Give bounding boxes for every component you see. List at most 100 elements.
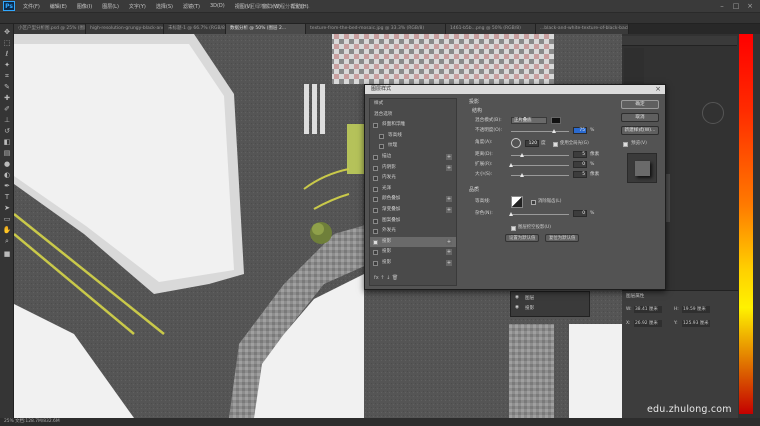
noise-slider[interactable]: [508, 212, 569, 216]
distance-slider[interactable]: [511, 153, 569, 157]
magic-wand-icon[interactable]: ✦: [2, 61, 12, 70]
checkbox[interactable]: [373, 218, 378, 224]
opacity-input[interactable]: 75: [573, 127, 587, 134]
style-list-item[interactable]: 样式: [370, 99, 456, 110]
checkbox[interactable]: [379, 133, 384, 139]
menu-type[interactable]: 文字(Y): [124, 3, 151, 10]
add-icon[interactable]: +: [446, 206, 452, 213]
doc-tab[interactable]: ...black-and-white-texture-of-black-back…: [536, 24, 629, 34]
angle-dial[interactable]: [511, 138, 521, 148]
dialog-titlebar[interactable]: 图层样式 ×: [365, 85, 665, 94]
distance-input[interactable]: 5: [573, 151, 587, 158]
ok-button[interactable]: 确定: [621, 100, 659, 109]
panel-tabs[interactable]: [622, 36, 737, 46]
gradient-tool-icon[interactable]: ▤: [2, 149, 12, 158]
checkbox[interactable]: [373, 123, 378, 129]
fx-icons[interactable]: fx ↑ ↓ 🗑: [374, 275, 398, 281]
doc-tab[interactable]: 1461-b5b...png @ 50% (RGB/8): [446, 24, 536, 34]
pen-tool-icon[interactable]: ✒: [2, 182, 12, 191]
noise-input[interactable]: 0: [573, 210, 587, 217]
type-tool-icon[interactable]: T: [2, 193, 12, 202]
doc-tab[interactable]: texture-from-the-bed-mosaic.jpg @ 33.3% …: [306, 24, 446, 34]
add-icon[interactable]: +: [446, 164, 452, 171]
style-list-item[interactable]: 纹理: [370, 141, 456, 152]
add-icon[interactable]: +: [446, 249, 452, 256]
minimize-icon[interactable]: –: [717, 2, 727, 11]
eye-icon[interactable]: ◉: [515, 305, 519, 310]
add-icon[interactable]: +: [446, 238, 452, 245]
checkbox[interactable]: [373, 250, 378, 256]
effect-row-label[interactable]: 投影: [525, 305, 534, 311]
style-list-item[interactable]: 斜面和浮雕: [370, 120, 456, 131]
maximize-icon[interactable]: □: [731, 2, 741, 11]
style-list-item[interactable]: 内发光: [370, 173, 456, 184]
checkbox[interactable]: [373, 260, 378, 266]
rectangle-tool-icon[interactable]: ▭: [2, 215, 12, 224]
crop-tool-icon[interactable]: ⌗: [2, 72, 12, 81]
style-list-item[interactable]: 投影 +: [370, 258, 456, 269]
doc-tab[interactable]: 未标题-1 @ 66.7% (RGB/8): [164, 24, 226, 34]
knockout-checkbox[interactable]: [511, 226, 516, 231]
path-select-icon[interactable]: ➤: [2, 204, 12, 213]
angle-input[interactable]: 120: [525, 140, 539, 147]
close-icon[interactable]: ×: [745, 2, 755, 11]
checkbox[interactable]: [373, 207, 378, 213]
style-list-item[interactable]: 外发光: [370, 226, 456, 237]
slider-thumb[interactable]: [552, 129, 556, 133]
h-field[interactable]: 19.59 厘米: [682, 306, 710, 313]
x-field[interactable]: 26.92 厘米: [634, 320, 662, 327]
style-list-item[interactable]: 描边 +: [370, 152, 456, 163]
checkbox[interactable]: [373, 154, 378, 160]
style-list-item[interactable]: 混合选项: [370, 110, 456, 121]
menu-edit[interactable]: 编辑(E): [45, 3, 72, 10]
w-field[interactable]: 38.41 厘米: [634, 306, 662, 313]
size-input[interactable]: 5: [573, 171, 587, 178]
checkbox[interactable]: [379, 144, 384, 150]
menu-3d[interactable]: 3D(D): [205, 3, 230, 9]
checkbox[interactable]: [373, 176, 378, 182]
blur-tool-icon[interactable]: ●: [2, 160, 12, 169]
preview-checkbox[interactable]: [623, 142, 628, 147]
y-field[interactable]: 125.93 厘米: [682, 320, 710, 327]
reset-default-button[interactable]: 复位为默认值: [545, 234, 580, 242]
new-style-button[interactable]: 新建样式(W)...: [621, 126, 659, 135]
slider-thumb[interactable]: [508, 212, 513, 216]
cancel-button[interactable]: 取消: [621, 113, 659, 122]
dialog-close-icon[interactable]: ×: [655, 85, 661, 94]
brush-tool-icon[interactable]: ✐: [2, 105, 12, 114]
style-list-item[interactable]: 等高线: [370, 131, 456, 142]
color-spectrum-bar[interactable]: [739, 34, 753, 414]
add-icon[interactable]: +: [446, 259, 452, 266]
contour-preview[interactable]: [511, 196, 523, 208]
doc-tab[interactable]: 小区户型分析图.psd @ 25% (图层 1...: [14, 24, 86, 34]
spread-input[interactable]: 0: [573, 161, 587, 168]
shadow-color-swatch[interactable]: [551, 117, 561, 124]
zoom-tool-icon[interactable]: ⌕: [2, 237, 12, 246]
style-list-item[interactable]: 图案叠加: [370, 216, 456, 227]
slider-thumb[interactable]: [520, 173, 525, 177]
checkbox[interactable]: [373, 186, 378, 192]
move-tool-icon[interactable]: ✥: [2, 28, 12, 37]
eraser-tool-icon[interactable]: ◧: [2, 138, 12, 147]
lasso-tool-icon[interactable]: ℓ: [2, 50, 12, 59]
style-list-item[interactable]: 光泽: [370, 184, 456, 195]
opacity-slider[interactable]: [511, 129, 569, 133]
eyedropper-icon[interactable]: ✎: [2, 83, 12, 92]
menu-filter[interactable]: 滤镜(T): [178, 3, 205, 10]
marquee-tool-icon[interactable]: ⬚: [2, 39, 12, 48]
clone-stamp-icon[interactable]: ⊥: [2, 116, 12, 125]
checkbox[interactable]: [373, 229, 378, 235]
doc-tab[interactable]: high-resolution-grungy-black-and...: [86, 24, 164, 34]
style-list-item[interactable]: 渐变叠加 +: [370, 205, 456, 216]
menu-image[interactable]: 图像(I): [72, 3, 97, 10]
make-default-button[interactable]: 设置为默认值: [505, 234, 540, 242]
checkbox[interactable]: [373, 165, 378, 171]
dodge-tool-icon[interactable]: ◐: [2, 171, 12, 180]
doc-tab-active[interactable]: 数据分析 @ 50% (图层 2...: [226, 24, 306, 34]
add-icon[interactable]: +: [446, 153, 452, 160]
color-swatch-icon[interactable]: ■: [2, 250, 12, 259]
slider-thumb[interactable]: [520, 153, 525, 157]
add-icon[interactable]: +: [446, 196, 452, 203]
checkbox[interactable]: [373, 197, 378, 203]
slider-thumb[interactable]: [508, 163, 513, 167]
